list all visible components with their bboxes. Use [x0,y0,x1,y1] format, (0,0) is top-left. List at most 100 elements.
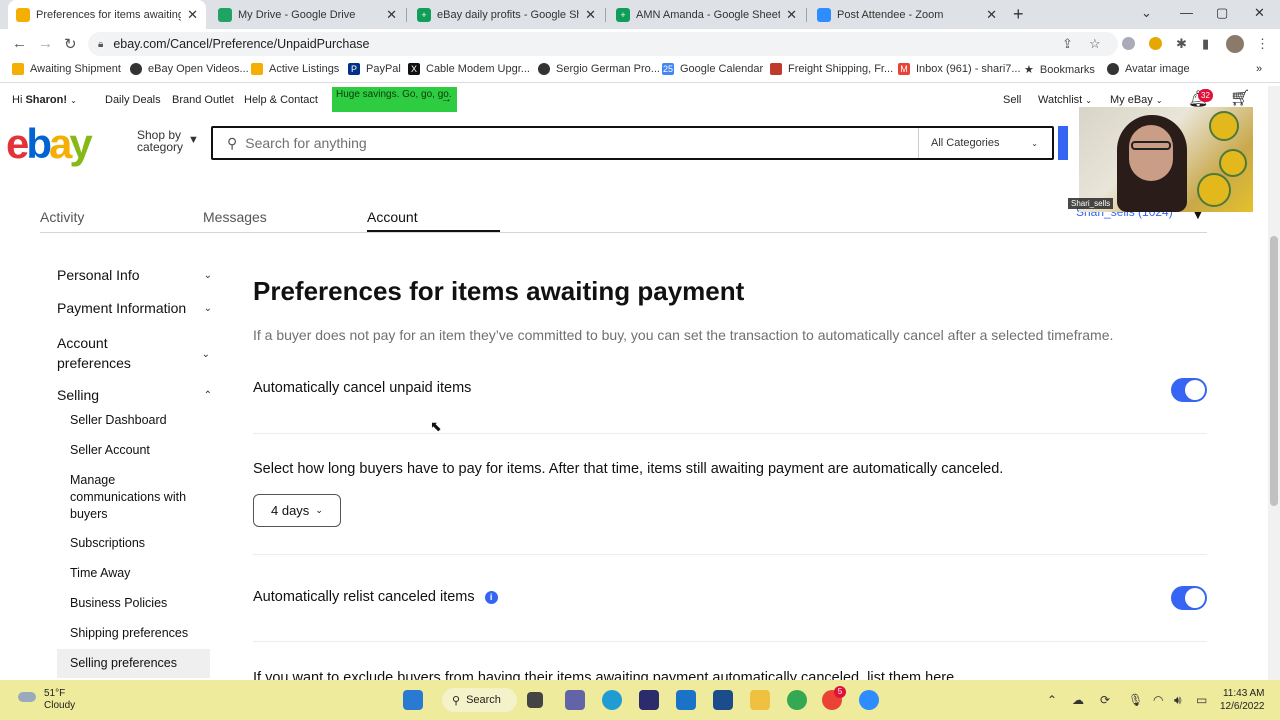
search-input[interactable]: Search for anything [245,135,918,151]
sidebar-item-manage-communications[interactable]: Manage communications with buyers [70,472,205,523]
extension-s-icon[interactable] [1122,37,1135,50]
auto-relist-toggle[interactable] [1171,586,1207,610]
star-bookmark-icon[interactable]: ☆ [1089,36,1101,52]
new-tab-icon[interactable]: + [1013,4,1024,25]
browser-tab-sheets-profits[interactable]: + eBay daily profits - Google Shee ✕ [409,0,604,29]
bookmark-google-calendar[interactable]: 25 Google Calendar [662,63,763,75]
ebay-logo[interactable]: ebay [6,120,93,168]
maximize-icon[interactable]: ▢ [1216,5,1228,21]
store-icon[interactable] [639,690,659,710]
sell-link[interactable]: Sell [1003,94,1021,106]
browser-tab-zoom[interactable]: Post Attendee - Zoom ✕ [809,0,1005,29]
close-tab-icon[interactable]: ✕ [585,7,596,23]
zoom-app-icon[interactable] [859,690,879,710]
forward-icon[interactable]: → [38,35,53,52]
browser-tab-ebay[interactable]: Preferences for items awaiting pa ✕ [8,0,206,29]
minimize-icon[interactable]: — [1180,5,1193,20]
share-icon[interactable]: ⇪ [1062,36,1073,52]
chevron-down-icon: ⌄ [315,505,323,515]
tab-search-icon[interactable]: ⌄ [1141,5,1152,21]
calendar-icon: 25 [662,63,674,75]
sidebar-item-selling-preferences[interactable]: Selling preferences [57,649,210,678]
scrollbar-thumb[interactable] [1270,236,1278,506]
bookmark-cable-modem[interactable]: X Cable Modem Upgr... [408,63,530,75]
sidebar-item-selling[interactable]: Selling ⌃ [57,387,212,403]
close-tab-icon[interactable]: ✕ [986,7,997,23]
chevron-down-icon: ⌄ [203,270,212,281]
windows-start-icon[interactable] [403,690,423,710]
brand-outlet-link[interactable]: Brand Outlet [172,94,234,106]
browser-tab-drive[interactable]: My Drive - Google Drive ✕ [210,0,405,29]
edge-icon[interactable] [602,690,622,710]
menu-kebab-icon[interactable]: ⋮ [1256,36,1269,52]
weather-widget[interactable]: 51°F Cloudy [18,688,75,712]
cart-icon[interactable]: 🛒︎ [1230,88,1250,108]
bookmark-gmail-inbox[interactable]: M Inbox (961) - shari7... [898,63,1021,75]
sidebar-item-seller-account[interactable]: Seller Account [70,442,205,459]
close-tab-icon[interactable]: ✕ [786,7,797,23]
tray-chevron-up-icon[interactable]: ⌃ [1047,693,1057,707]
sidebar-item-personal-info[interactable]: Personal Info ⌄ [57,267,212,283]
sidebar-item-payment-information[interactable]: Payment Information ⌄ [57,300,212,316]
back-icon[interactable]: ← [12,35,27,52]
sidebar-item-shipping-preferences[interactable]: Shipping preferences [70,625,205,642]
extension-coin-icon[interactable] [1149,37,1162,50]
close-window-icon[interactable]: ✕ [1254,5,1265,21]
search-button[interactable] [1058,126,1068,160]
reload-icon[interactable]: ↻ [64,35,77,53]
sidebar-item-business-policies[interactable]: Business Policies [70,595,205,612]
microphone-icon[interactable]: 🎙︎ [1128,693,1143,707]
payment-days-select[interactable]: 4 days ⌄ [253,494,341,527]
tab-messages[interactable]: Messages [203,209,267,225]
tab-activity[interactable]: Activity [40,209,84,225]
photoshop-icon[interactable] [713,690,733,710]
battery-icon[interactable]: ▭ [1196,693,1207,707]
teams-chat-icon[interactable] [565,690,585,710]
sidebar-item-time-away[interactable]: Time Away [70,565,205,582]
close-tab-icon[interactable]: ✕ [386,7,397,23]
bookmark-avatar-image[interactable]: Avatar image [1107,63,1190,75]
daily-deals-link[interactable]: Daily Deals [105,94,161,106]
sidebar-item-subscriptions[interactable]: Subscriptions [70,535,205,552]
l-app-icon[interactable] [676,690,696,710]
auto-cancel-toggle[interactable] [1171,378,1207,402]
search-bar[interactable]: ⚲ Search for anything All Categories ⌄ [211,126,1054,160]
info-icon[interactable]: i [484,591,498,604]
bookmarks-overflow-icon[interactable]: » [1256,63,1262,75]
task-view-icon[interactable] [527,692,543,708]
system-clock[interactable]: 11:43 AM 12/6/2022 [1220,687,1265,713]
my-ebay-link[interactable]: My eBay ⌄ [1110,94,1163,106]
profile-avatar[interactable] [1226,35,1244,53]
browser-tab-sheets-amanda[interactable]: + AMN Amanda - Google Sheets ✕ [608,0,805,29]
help-contact-link[interactable]: Help & Contact [244,94,318,106]
page-scrollbar[interactable] [1268,86,1280,680]
tray-sync-icon[interactable]: ⟳ [1100,693,1110,707]
sidebar-item-account-preferences[interactable]: Account preferences ⌄ [57,333,210,373]
category-select[interactable]: All Categories ⌄ [918,128,1052,158]
volume-icon[interactable]: 🔊︎ [1174,693,1182,708]
star-icon: ★ [1024,64,1034,76]
close-tab-icon[interactable]: ✕ [187,7,198,23]
bookmark-paypal[interactable]: P PayPal [348,63,401,75]
shop-by-category-button[interactable]: Shop by category [137,129,185,153]
bookmark-active-listings[interactable]: Active Listings [251,63,339,75]
sidebar-item-seller-dashboard[interactable]: Seller Dashboard [70,412,205,429]
address-bar[interactable]: 🔒︎ ebay.com/Cancel/Preference/UnpaidPurc… [88,32,1118,56]
taskbar-search[interactable]: ⚲ Search [442,688,517,712]
bookmark-awaiting-shipment[interactable]: Awaiting Shipment [12,63,121,75]
watchlist-link[interactable]: Watchlist ⌄ [1038,94,1092,106]
tray-cloud-icon[interactable]: ☁︎ [1072,693,1084,707]
tab-account[interactable]: Account [367,209,418,225]
bookmark-ebay-open-videos[interactable]: eBay Open Videos... [130,63,249,75]
chevron-down-icon: ⌄ [1031,138,1038,148]
greeting[interactable]: Hi Sharon! ⌄ [12,94,77,106]
promo-banner[interactable]: Huge savings. Go, go, go. → [332,87,457,112]
side-panel-icon[interactable]: ▮ [1202,36,1209,52]
bookmark-sergio-german[interactable]: Sergio German Pro... [538,63,660,75]
extensions-puzzle-icon[interactable]: ✱ [1176,36,1187,52]
chrome-icon[interactable] [787,690,807,710]
file-explorer-icon[interactable] [750,690,770,710]
bookmark-bookmarks[interactable]: ★ Bookmarks [1024,63,1095,77]
bookmark-freight-shipping[interactable]: Freight Shipping, Fr... [770,63,893,75]
wifi-icon[interactable]: ◠ [1153,693,1163,707]
